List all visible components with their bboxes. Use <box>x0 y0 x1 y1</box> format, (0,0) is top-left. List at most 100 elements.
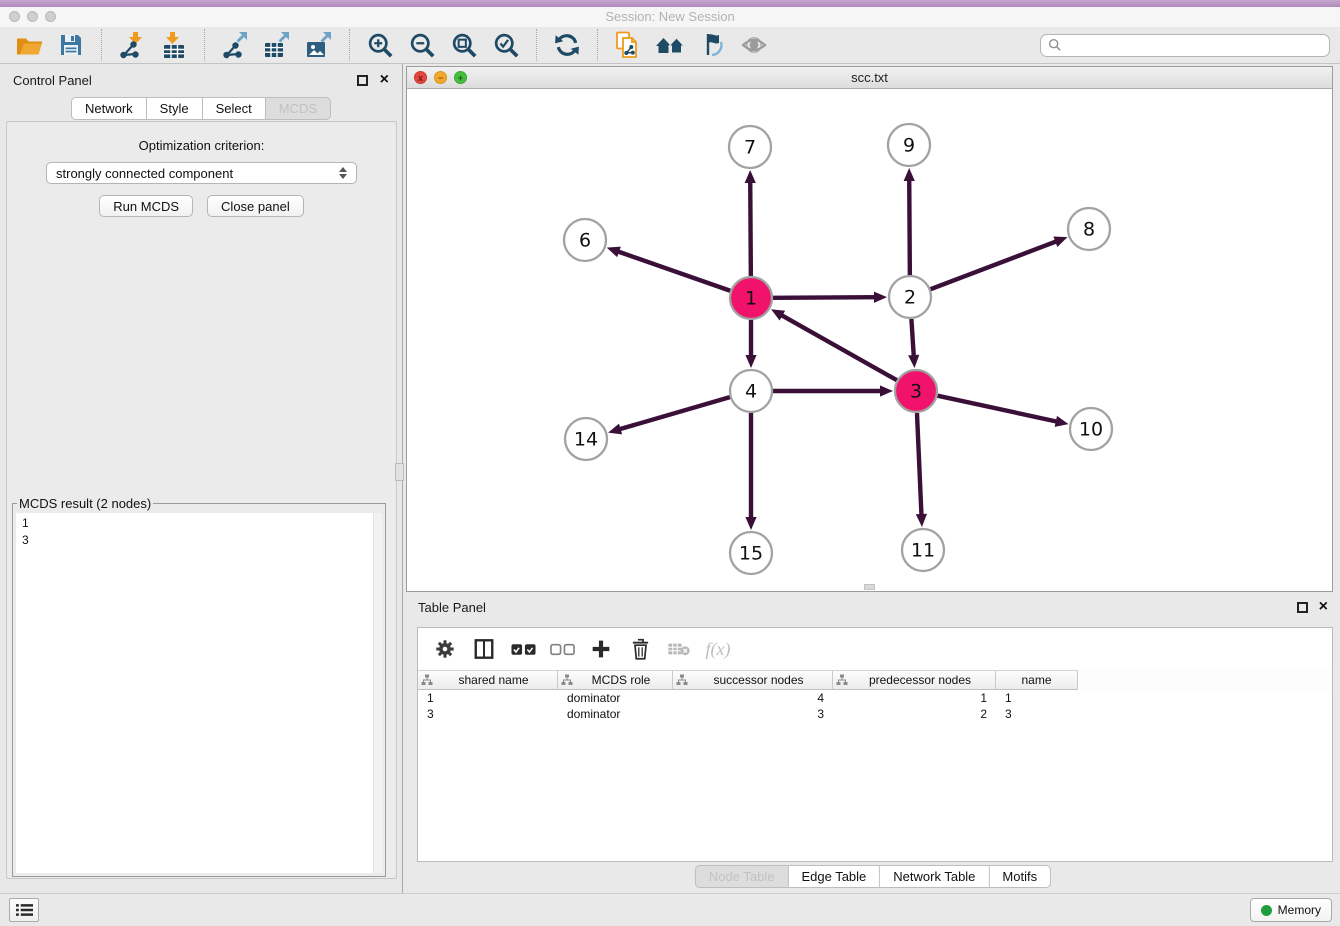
graph-node-14[interactable]: 14 <box>565 418 607 460</box>
graph-edge-1-6[interactable] <box>616 251 730 291</box>
show-columns-button[interactable] <box>471 636 497 662</box>
show-panels-button[interactable] <box>9 898 39 922</box>
graph-node-10[interactable]: 10 <box>1070 408 1112 450</box>
zoom-out-button[interactable] <box>406 29 438 61</box>
export-table-icon <box>263 31 291 59</box>
zoom-in-icon <box>367 32 394 59</box>
graph-node-6[interactable]: 6 <box>564 219 606 261</box>
run-mcds-button[interactable]: Run MCDS <box>99 195 193 217</box>
graph-node-11[interactable]: 11 <box>902 529 944 571</box>
home-button[interactable] <box>654 29 686 61</box>
graph-node-7[interactable]: 7 <box>729 126 771 168</box>
graph-edge-3-11[interactable] <box>917 413 922 517</box>
search-input[interactable] <box>1067 38 1322 53</box>
graph-edge-1-2[interactable] <box>773 297 877 298</box>
tab-select[interactable]: Select <box>203 97 266 120</box>
graph-edge-1-7[interactable] <box>750 180 751 276</box>
zoom-fit-button[interactable] <box>448 29 480 61</box>
add-column-button[interactable] <box>588 636 614 662</box>
arrowhead-icon <box>607 247 621 258</box>
import-table-button[interactable] <box>158 29 190 61</box>
arrowhead-icon <box>1055 416 1069 427</box>
save-session-button[interactable] <box>55 29 87 61</box>
graph-node-4[interactable]: 4 <box>730 370 772 412</box>
tab-node-table[interactable]: Node Table <box>695 865 789 888</box>
select-all-button[interactable] <box>510 636 536 662</box>
cell-name[interactable]: 3 <box>996 706 1078 722</box>
tab-motifs[interactable]: Motifs <box>989 865 1051 888</box>
tab-network-table[interactable]: Network Table <box>880 865 989 888</box>
node-table: f(x) shared name <box>417 627 1333 862</box>
graph-edge-4-14[interactable] <box>618 397 730 430</box>
cell-predecessor-nodes[interactable]: 1 <box>833 690 996 706</box>
table-row[interactable]: 3 dominator 3 2 3 <box>418 706 1332 722</box>
toolbar-separator <box>349 29 350 61</box>
arrowhead-icon <box>904 168 915 181</box>
graph-node-3[interactable]: 3 <box>895 370 937 412</box>
graph-edge-3-10[interactable] <box>937 396 1058 422</box>
graph-node-15[interactable]: 15 <box>730 532 772 574</box>
column-header-mcds-role[interactable]: MCDS role <box>558 670 673 690</box>
open-session-button[interactable] <box>13 29 45 61</box>
zoom-selected-icon <box>493 32 520 59</box>
cell-mcds-role[interactable]: dominator <box>558 690 673 706</box>
cell-name[interactable]: 1 <box>996 690 1078 706</box>
network-graph-svg[interactable]: 7 9 6 8 1 2 4 3 14 10 15 11 <box>407 89 1332 592</box>
graph-node-8[interactable]: 8 <box>1068 208 1110 250</box>
export-image-button[interactable] <box>303 29 335 61</box>
cell-predecessor-nodes[interactable]: 2 <box>833 706 996 722</box>
graph-edge-3-1[interactable] <box>780 314 897 380</box>
graph-edge-2-8[interactable] <box>931 241 1059 289</box>
cell-mcds-role[interactable]: dominator <box>558 706 673 722</box>
toggle-graphics-details-button[interactable] <box>696 29 728 61</box>
search-field[interactable] <box>1040 34 1330 57</box>
column-header-successor-nodes[interactable]: successor nodes <box>673 670 833 690</box>
column-header-predecessor-nodes[interactable]: predecessor nodes <box>833 670 996 690</box>
column-header-name[interactable]: name <box>996 670 1078 690</box>
zoom-selected-button[interactable] <box>490 29 522 61</box>
memory-button[interactable]: Memory <box>1250 898 1332 922</box>
mcds-result-box[interactable]: 1 3 <box>16 513 382 873</box>
network-resize-grip[interactable] <box>864 584 875 590</box>
table-row[interactable]: 1 dominator 4 1 1 <box>418 690 1332 706</box>
application-window: Session: New Session <box>0 0 1340 926</box>
graph-node-2[interactable]: 2 <box>889 276 931 318</box>
import-network-button[interactable] <box>116 29 148 61</box>
cell-shared-name[interactable]: 1 <box>418 690 558 706</box>
export-table-button[interactable] <box>261 29 293 61</box>
tab-edge-table[interactable]: Edge Table <box>788 865 880 888</box>
result-scrollbar[interactable] <box>373 513 382 873</box>
delete-column-button[interactable] <box>627 636 653 662</box>
tab-style[interactable]: Style <box>147 97 203 120</box>
tab-mcds[interactable]: MCDS <box>266 97 331 120</box>
cell-successor-nodes[interactable]: 3 <box>673 706 833 722</box>
optimization-criterion-select[interactable]: strongly connected component <box>46 162 357 184</box>
panel-splitter[interactable] <box>395 463 404 481</box>
graph-edge-2-9[interactable] <box>909 178 910 275</box>
arrowhead-icon <box>608 424 622 435</box>
close-panel-button[interactable]: Close panel <box>207 195 304 217</box>
deselect-all-button[interactable] <box>549 636 575 662</box>
export-network-button[interactable] <box>219 29 251 61</box>
column-header-shared-name[interactable]: shared name <box>418 670 558 690</box>
refresh-button[interactable] <box>551 29 583 61</box>
mcds-panel: Optimization criterion: strongly connect… <box>6 121 397 879</box>
float-table-panel-icon[interactable] <box>1297 602 1308 613</box>
svg-text:7: 7 <box>744 137 756 159</box>
zoom-in-button[interactable] <box>364 29 396 61</box>
cell-successor-nodes[interactable]: 4 <box>673 690 833 706</box>
close-table-panel-icon[interactable]: × <box>1319 601 1328 612</box>
import-network-icon <box>118 31 146 59</box>
show-hide-button[interactable] <box>738 29 770 61</box>
table-settings-button[interactable] <box>432 636 458 662</box>
graph-node-9[interactable]: 9 <box>888 124 930 166</box>
graph-edge-2-3[interactable] <box>911 319 913 358</box>
tab-network[interactable]: Network <box>71 97 147 120</box>
float-panel-icon[interactable] <box>357 75 368 86</box>
close-panel-icon[interactable]: × <box>380 74 389 85</box>
graph-node-1[interactable]: 1 <box>730 277 772 319</box>
network-from-file-button[interactable] <box>612 29 644 61</box>
status-bar: Memory <box>0 893 1340 926</box>
cell-shared-name[interactable]: 3 <box>418 706 558 722</box>
attribute-icon <box>561 674 573 686</box>
